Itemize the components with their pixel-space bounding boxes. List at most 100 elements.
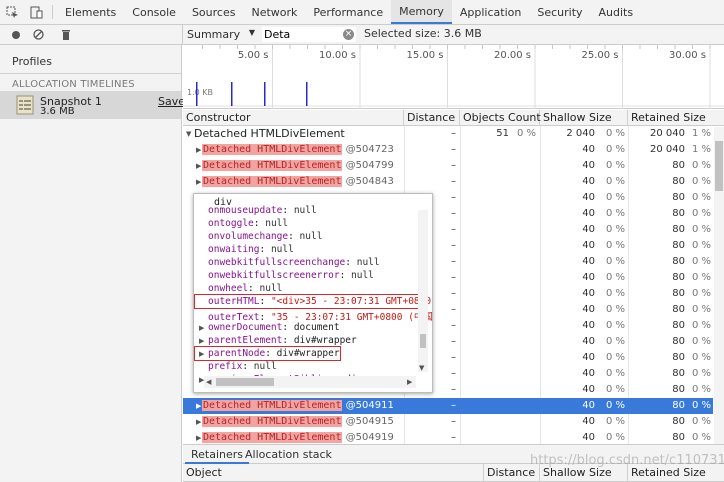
column-shallow-size[interactable]: Shallow Size (540, 110, 628, 126)
group-retained: 20 040 (650, 128, 685, 139)
row-constructor: Detached HTMLDivElement @504799 (202, 158, 394, 174)
row-retained-pct: 0 % (691, 224, 711, 235)
property-onwheel[interactable]: onwheel: null (208, 283, 282, 294)
property-parentelement[interactable]: parentElement: div#wrapper (208, 335, 357, 346)
scroll-left-arrow-icon[interactable]: ◀ (206, 378, 211, 386)
highlight-box (194, 346, 341, 361)
row-constructor: Detached HTMLDivElement @504911 (202, 398, 394, 414)
column-objects-count[interactable]: Objects Count (460, 110, 541, 126)
row-retained-pct: 0 % (691, 384, 711, 395)
property-key: onwaiting (208, 244, 260, 255)
scroll-right-arrow-icon[interactable]: ▶ (407, 378, 412, 386)
expand-triangle-icon[interactable]: ▶ (199, 337, 204, 345)
table-row[interactable]: ▶ Detached HTMLDivElement @504723 – 40 0 % 20… (183, 142, 713, 158)
allocation-bar[interactable] (306, 82, 308, 106)
row-constructor: Detached HTMLDivElement @504843 (202, 174, 394, 190)
row-shallow: 40 (582, 384, 595, 395)
row-retained: 80 (672, 432, 685, 443)
toolbar-divider (182, 25, 183, 45)
tab-network[interactable]: Network (243, 0, 305, 24)
devtools-tab-bar: Elements Console Sources Network Performance… (0, 0, 724, 25)
group-distance: – (451, 128, 456, 139)
row-retained-pct: 0 % (691, 336, 711, 347)
row-retained-pct: 0 % (691, 272, 711, 283)
row-shallow-pct: 0 % (605, 288, 625, 299)
detached-tag: Detached HTMLDivElement (202, 416, 343, 427)
record-button[interactable] (6, 25, 26, 44)
allocation-bar[interactable] (264, 82, 266, 106)
property-onmouseupdate[interactable]: onmouseupdate: null (208, 205, 317, 216)
scroll-down-arrow-icon[interactable]: ▼ (419, 364, 424, 372)
property-onwebkitfullscreenerror[interactable]: onwebkitfullscreenerror: null (208, 270, 374, 281)
row-distance: – (451, 400, 456, 411)
popover-vscroll-thumb[interactable] (420, 334, 426, 348)
row-retained: 20 040 (650, 144, 685, 155)
row-shallow-pct: 0 % (605, 208, 625, 219)
row-shallow-pct: 0 % (605, 400, 625, 411)
row-shallow: 40 (582, 208, 595, 219)
memory-toolbar (0, 25, 724, 45)
property-prefix[interactable]: prefix: null (208, 361, 277, 372)
property-ownerdocument[interactable]: ownerDocument: document (208, 322, 340, 333)
property-ontoggle[interactable]: ontoggle: null (208, 218, 288, 229)
device-icon (30, 6, 42, 18)
grid-scroll-thumb[interactable] (715, 141, 723, 191)
tab-sources[interactable]: Sources (184, 0, 244, 24)
clear-button[interactable] (28, 25, 48, 44)
popover-hscroll-thumb[interactable] (216, 378, 274, 386)
collapsed-triangle-icon[interactable]: ▶ (196, 430, 201, 444)
expanded-triangle-icon[interactable]: ▼ (186, 126, 191, 142)
device-toolbar-button[interactable] (24, 0, 48, 24)
inspect-element-button[interactable] (0, 0, 24, 24)
table-row[interactable]: ▶ Detached HTMLDivElement @504911 – 40 0 % 80… (183, 398, 713, 414)
property-value: null (265, 218, 289, 229)
group-row-detached-htmldivelement[interactable]: ▼ Detached HTMLDivElement – 51 0 % 2 040… (183, 126, 713, 142)
class-filter-input[interactable] (262, 27, 356, 42)
allocation-bar[interactable] (231, 82, 233, 106)
column-retained-size[interactable]: Retained Size (628, 110, 724, 126)
row-shallow: 40 (582, 256, 595, 267)
row-shallow: 40 (582, 432, 595, 443)
tab-audits[interactable]: Audits (591, 0, 642, 24)
table-row[interactable]: ▶ Detached HTMLDivElement @504919 – 40 0 % 80… (183, 430, 713, 444)
clear-filter-icon[interactable]: × (343, 29, 354, 40)
allocation-timeline[interactable]: 5.00 s 10.00 s 15.00 s 20.00 s 25.00 s 30.00 … (183, 45, 724, 109)
property-onwebkitfullscreenchange[interactable]: onwebkitfullscreenchange: null (208, 257, 380, 268)
row-constructor: Detached HTMLDivElement @504919 (202, 430, 394, 444)
property-key: onwebkitfullscreenerror (208, 270, 340, 281)
view-select[interactable]: Summary ▼ (187, 26, 257, 43)
collapsed-triangle-icon[interactable]: ▶ (196, 142, 201, 158)
profiles-label[interactable]: Profiles (12, 55, 52, 68)
tab-memory[interactable]: Memory (391, 0, 452, 24)
collapsed-triangle-icon[interactable]: ▶ (196, 158, 201, 174)
column-object[interactable]: Object (183, 464, 484, 482)
table-row[interactable]: ▶ Detached HTMLDivElement @504843 – 40 0 % 80… (183, 174, 713, 190)
tab-allocation-stack[interactable]: Allocation stack (239, 445, 338, 464)
highlight-box (194, 294, 423, 309)
collect-garbage-button[interactable] (56, 25, 76, 44)
table-row[interactable]: ▶ Detached HTMLDivElement @504915 – 40 0 % 80… (183, 414, 713, 430)
tab-performance[interactable]: Performance (305, 0, 391, 24)
row-shallow-pct: 0 % (605, 240, 625, 251)
row-shallow: 40 (582, 192, 595, 203)
table-row[interactable]: ▶ Detached HTMLDivElement @504799 – 40 0 % 80… (183, 158, 713, 174)
row-retained-pct: 0 % (691, 240, 711, 251)
tab-application[interactable]: Application (452, 0, 529, 24)
collapsed-triangle-icon[interactable]: ▶ (196, 398, 201, 414)
tab-security[interactable]: Security (529, 0, 590, 24)
property-onvolumechange[interactable]: onvolumechange: null (208, 231, 322, 242)
save-snapshot-link[interactable]: Save (158, 95, 185, 108)
property-onwaiting[interactable]: onwaiting: null (208, 244, 294, 255)
collapsed-triangle-icon[interactable]: ▶ (196, 174, 201, 190)
allocation-bar[interactable] (196, 82, 198, 106)
row-shallow: 40 (582, 240, 595, 251)
expand-triangle-icon[interactable]: ▶ (199, 324, 204, 332)
column-constructor[interactable]: Constructor (183, 110, 404, 126)
row-retained-pct: 0 % (691, 432, 711, 443)
collapsed-triangle-icon[interactable]: ▶ (196, 414, 201, 430)
column-distance[interactable]: Distance (404, 110, 460, 126)
profiles-sidebar: Profiles ALLOCATION TIMELINES Snapshot 1… (0, 45, 185, 482)
tab-elements[interactable]: Elements (57, 0, 124, 24)
property-outertext[interactable]: outerText: "35 - 23:07:31 GMT+0800 (中国 (208, 309, 432, 323)
tab-console[interactable]: Console (124, 0, 184, 24)
